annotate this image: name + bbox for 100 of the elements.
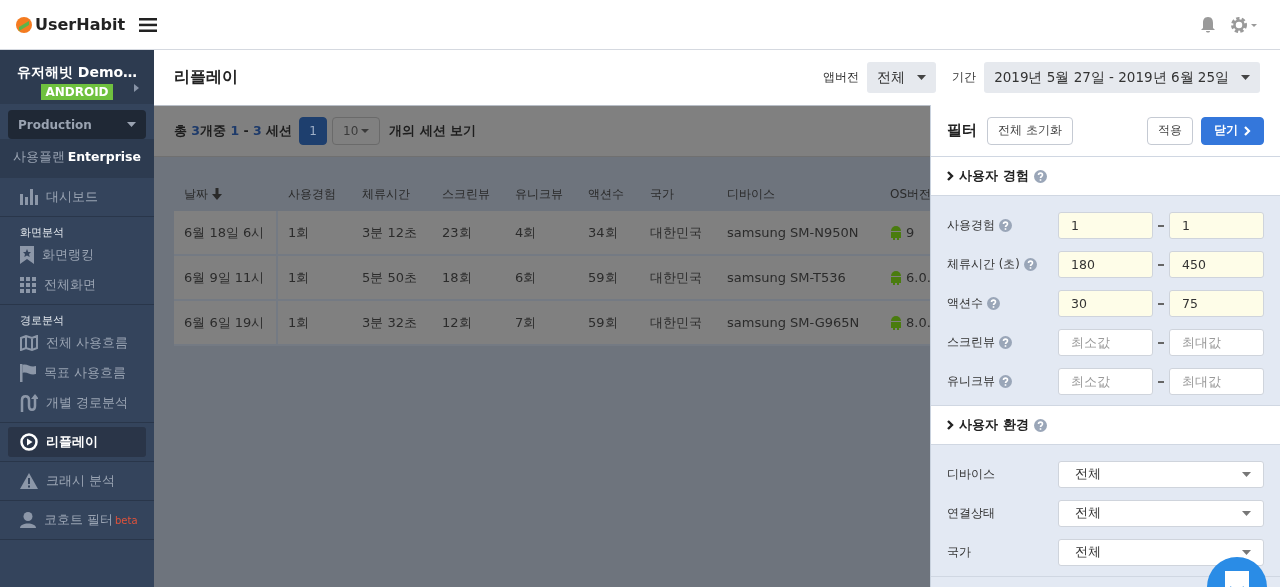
min-field[interactable]: 최소값 bbox=[1058, 329, 1153, 356]
table-cell: 3분 32초 bbox=[352, 301, 432, 346]
section-header[interactable]: 사용자 경험 bbox=[931, 157, 1280, 196]
version-dropdown[interactable]: 전체 bbox=[867, 62, 937, 93]
nav-item[interactable]: 대시보드 bbox=[8, 182, 146, 212]
dash-icon bbox=[1158, 224, 1164, 227]
grid-icon bbox=[20, 277, 36, 293]
max-field[interactable]: 75 bbox=[1169, 290, 1264, 317]
android-icon bbox=[890, 225, 902, 240]
nav-item[interactable]: 개별 경로분석 bbox=[8, 388, 146, 418]
settings-icon bbox=[1230, 15, 1258, 34]
nav-item[interactable]: 목표 사용흐름 bbox=[8, 358, 146, 388]
select-dropdown[interactable]: 전체 bbox=[1058, 539, 1264, 566]
table-cell: 12회 bbox=[432, 301, 505, 346]
close-button[interactable]: 닫기 bbox=[1201, 116, 1264, 145]
page-size-label: 개의 세션 보기 bbox=[389, 122, 477, 140]
column-header: OS버전 bbox=[889, 185, 933, 203]
column-header: 체류시간 bbox=[361, 185, 411, 203]
table-cell: 7회 bbox=[505, 301, 578, 346]
caret-icon bbox=[917, 75, 927, 80]
date-range-dropdown[interactable]: 2019년 5월 27일 - 2019년 6월 25일 bbox=[984, 62, 1260, 93]
min-field[interactable]: 1 bbox=[1058, 212, 1153, 239]
flag-icon bbox=[20, 364, 36, 382]
min-field[interactable]: 최소값 bbox=[1058, 368, 1153, 395]
table-cell: 대한민국 bbox=[640, 301, 717, 346]
caret-icon bbox=[1242, 550, 1251, 555]
table-cell: samsung SM-G965N bbox=[717, 301, 880, 346]
nav-item[interactable]: 화면랭킹 bbox=[8, 240, 146, 270]
bookmark-icon bbox=[20, 246, 34, 264]
help-icon bbox=[1033, 169, 1047, 183]
caret-icon bbox=[1241, 75, 1250, 80]
chevron-right-icon bbox=[947, 420, 954, 430]
reset-button[interactable]: 전체 초기화 bbox=[987, 116, 1073, 145]
column-header: 액션수 bbox=[587, 185, 625, 203]
nav-item[interactable]: 전체 사용흐름 bbox=[8, 328, 146, 358]
help-icon bbox=[987, 297, 1000, 310]
column-header: 유니크뷰 bbox=[514, 185, 564, 203]
table-cell: 6월 18일 6시 bbox=[174, 211, 278, 256]
table-cell: 59회 bbox=[578, 301, 640, 346]
max-field[interactable]: 450 bbox=[1169, 251, 1264, 278]
table-cell: 5분 50초 bbox=[352, 256, 432, 301]
route-icon bbox=[20, 394, 38, 412]
select-dropdown[interactable]: 전체 bbox=[1058, 461, 1264, 488]
table-cell: 6월 9일 11시 bbox=[174, 256, 278, 301]
environment-dropdown[interactable]: Production bbox=[8, 110, 146, 139]
table-cell: 1회 bbox=[278, 211, 352, 256]
help-icon bbox=[999, 219, 1012, 232]
panel-title: 필터 bbox=[947, 121, 977, 140]
bar-chart-icon bbox=[20, 189, 38, 205]
nav-item[interactable]: 리플레이 bbox=[8, 427, 146, 457]
page-title: 리플레이 bbox=[174, 67, 238, 88]
caret-icon bbox=[1242, 511, 1251, 516]
select-dropdown[interactable]: 전체 bbox=[1058, 500, 1264, 527]
caret-icon bbox=[1242, 472, 1251, 477]
table-cell: 59회 bbox=[578, 256, 640, 301]
field-label: 디바이스 bbox=[947, 467, 995, 482]
table-cell: 34회 bbox=[578, 211, 640, 256]
column-header: 디바이스 bbox=[726, 185, 776, 203]
column-header: 스크린뷰 bbox=[441, 185, 491, 203]
sort-arrow-icon bbox=[212, 188, 222, 200]
caret-icon bbox=[127, 122, 136, 127]
table-cell: 18회 bbox=[432, 256, 505, 301]
table-cell: 대한민국 bbox=[640, 211, 717, 256]
table-cell: 6월 6일 19시 bbox=[174, 301, 278, 346]
page-button[interactable]: 1 bbox=[299, 117, 328, 145]
max-field[interactable]: 최대값 bbox=[1169, 329, 1264, 356]
min-field[interactable]: 30 bbox=[1058, 290, 1153, 317]
beta-label: beta bbox=[115, 514, 138, 526]
bell-icon bbox=[1200, 15, 1216, 34]
section-header[interactable]: 사용자 환경 bbox=[931, 406, 1280, 445]
field-label: 기간 bbox=[952, 69, 977, 86]
nav-item[interactable]: 코호트 필터 beta bbox=[8, 505, 146, 535]
brand-name: UserHabit bbox=[35, 15, 126, 34]
column-header: 사용경험 bbox=[287, 185, 337, 203]
table-cell: 1회 bbox=[278, 301, 352, 346]
plan-label: 사용플랜 bbox=[13, 149, 65, 166]
max-field[interactable]: 최대값 bbox=[1169, 368, 1264, 395]
plan-name: Enterprise bbox=[67, 149, 141, 166]
table-cell: 대한민국 bbox=[640, 256, 717, 301]
help-icon bbox=[999, 375, 1012, 388]
table-cell: samsung SM-T536 bbox=[717, 256, 880, 301]
apply-button[interactable]: 적용 bbox=[1147, 116, 1193, 145]
session-summary: 총 3개중 1 - 3 세션 bbox=[174, 122, 293, 140]
caret-icon bbox=[361, 129, 370, 133]
android-icon bbox=[890, 270, 902, 285]
min-field[interactable]: 180 bbox=[1058, 251, 1153, 278]
field-label: 유니크뷰 bbox=[947, 374, 995, 389]
table-cell: 3분 12초 bbox=[352, 211, 432, 256]
max-field[interactable]: 1 bbox=[1169, 212, 1264, 239]
nav-item[interactable]: 크래시 분석 bbox=[8, 466, 146, 496]
column-header: 국가 bbox=[649, 185, 675, 203]
dash-icon bbox=[1158, 302, 1164, 305]
play-circle-icon bbox=[20, 433, 38, 451]
nav-item[interactable]: 전체화면 bbox=[8, 270, 146, 300]
project-name[interactable]: 유저해빗 Demo… bbox=[16, 64, 138, 82]
logo-icon bbox=[16, 16, 32, 33]
help-icon bbox=[1023, 258, 1037, 271]
dash-icon bbox=[1158, 263, 1164, 266]
section-header: 경로분석 bbox=[19, 313, 65, 328]
dash-icon bbox=[1158, 380, 1164, 383]
